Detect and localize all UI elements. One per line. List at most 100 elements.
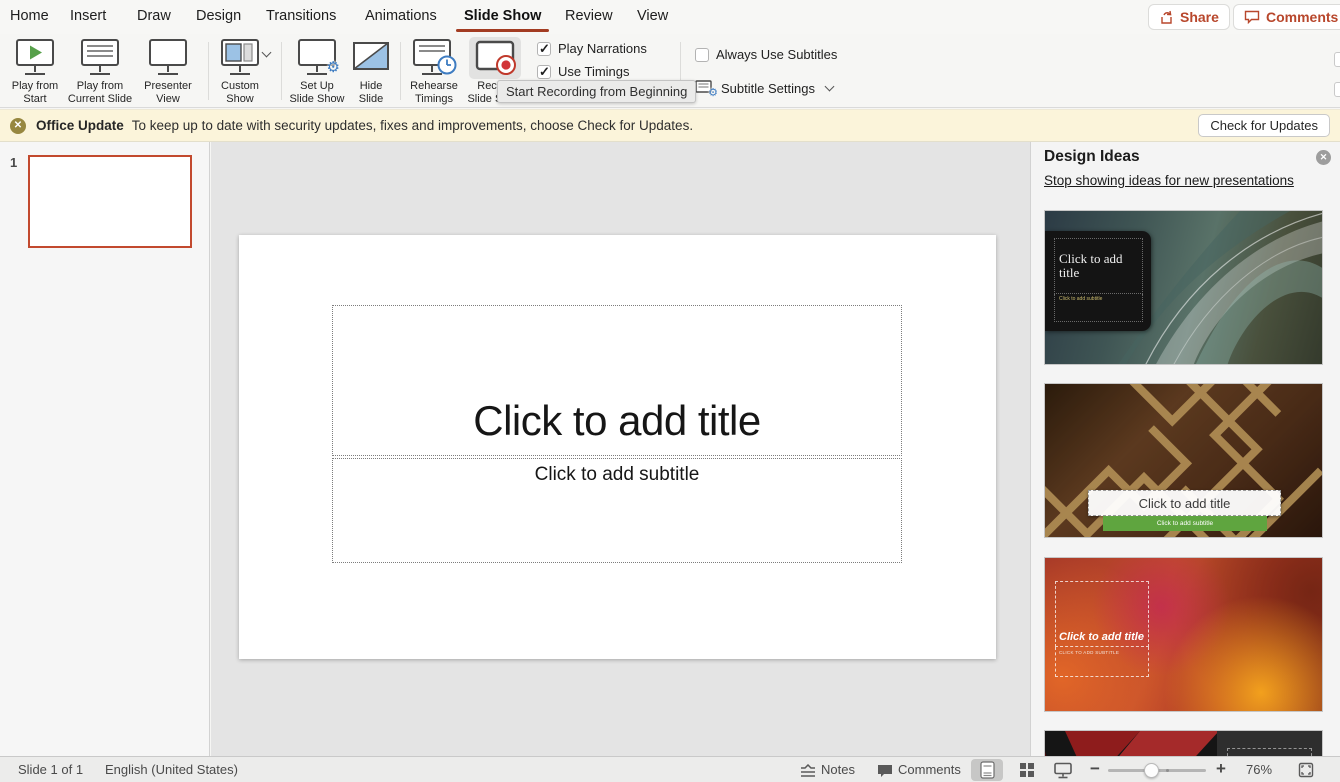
design-ideas-title: Design Ideas	[1044, 148, 1140, 166]
thumbnail-subtitle-bar: Click to add subtitle	[1103, 516, 1267, 531]
subtitle-settings-label: Subtitle Settings	[721, 81, 815, 96]
play-from-start-button[interactable]: Play from Start	[6, 37, 64, 105]
subtitle-settings-button[interactable]: ⚙ Subtitle Settings	[695, 80, 833, 96]
subtitle-placeholder[interactable]: Click to add subtitle	[332, 458, 902, 563]
set-up-slide-show-button[interactable]: ⚙ Set Up Slide Show	[283, 37, 351, 105]
play-from-current-icon	[78, 38, 122, 78]
tab-insert[interactable]: Insert	[70, 8, 106, 24]
rehearse-timings-button[interactable]: Rehearse Timings	[403, 37, 465, 105]
tab-transitions[interactable]: Transitions	[266, 8, 336, 24]
comments-toggle[interactable]: Comments	[898, 762, 961, 777]
slide-1-thumbnail[interactable]	[28, 155, 192, 248]
hide-slide-button[interactable]: Hide Slide	[351, 37, 391, 105]
comments-button[interactable]: Comments	[1233, 4, 1340, 30]
update-title: Office Update	[36, 118, 124, 133]
slide-count-indicator: Slide 1 of 1	[18, 762, 83, 777]
zoom-in-button[interactable]: +	[1216, 759, 1226, 779]
slide-number: 1	[10, 155, 17, 170]
slide-1[interactable]: Click to add title Click to add subtitle	[239, 235, 996, 659]
check-for-updates-button[interactable]: Check for Updates	[1198, 114, 1330, 137]
zoom-slider[interactable]	[1108, 769, 1206, 772]
title-placeholder[interactable]: Click to add title	[332, 305, 902, 456]
polygon-graphic	[1045, 731, 1219, 756]
play-from-current-slide-button[interactable]: Play from Current Slide	[62, 37, 138, 105]
design-thumbnail-polygon[interactable]	[1044, 730, 1323, 756]
share-icon	[1159, 10, 1174, 25]
use-timings-checkbox[interactable]: Use Timings	[537, 64, 630, 79]
tab-draw[interactable]: Draw	[137, 8, 171, 24]
slide-thumbnail-panel: 1	[0, 142, 210, 756]
slideshow-icon	[1053, 762, 1073, 779]
thumbnail-subtitle-text: CLICK TO ADD SUBTITLE	[1055, 647, 1149, 677]
presenter-view-icon	[146, 38, 190, 78]
comments-label: Comments	[1266, 9, 1338, 25]
slide-sorter-icon	[1019, 762, 1035, 778]
hide-slide-icon	[351, 38, 391, 78]
custom-show-icon	[218, 38, 262, 78]
thumbnail-title-text: Click to add title	[1088, 490, 1281, 516]
update-badge-icon: ✕	[10, 118, 26, 134]
always-use-subtitles-label: Always Use Subtitles	[716, 47, 837, 62]
comments-status-icon	[877, 764, 893, 781]
design-thumbnail-bokeh[interactable]: Click to add title CLICK TO ADD SUBTITLE	[1044, 557, 1323, 712]
presenter-view-button[interactable]: Presenter View	[136, 37, 200, 105]
chevron-down-icon	[825, 81, 835, 91]
tab-design[interactable]: Design	[196, 8, 241, 24]
play-narrations-label: Play Narrations	[558, 41, 647, 56]
powerpoint-window: Home Insert Draw Design Transitions Anim…	[0, 0, 1340, 782]
notes-toggle[interactable]: Notes	[821, 762, 855, 777]
share-label: Share	[1180, 9, 1219, 25]
clipped-ribbon-button	[1334, 52, 1340, 67]
close-icon[interactable]: ✕	[1316, 150, 1331, 165]
use-timings-label: Use Timings	[558, 64, 630, 79]
play-from-start-icon	[13, 38, 57, 78]
checkbox-checked-icon[interactable]	[537, 42, 551, 56]
checkbox-unchecked-icon[interactable]	[695, 48, 709, 62]
record-slide-show-icon	[473, 38, 517, 78]
ribbon-divider	[400, 42, 401, 100]
update-message: To keep up to date with security updates…	[132, 118, 693, 133]
thumbnail-title-text: Click to add title	[1055, 581, 1149, 647]
design-thumbnail-maze[interactable]: Click to add title Click to add subtitle	[1044, 383, 1323, 538]
tab-home[interactable]: Home	[10, 8, 49, 24]
gear-icon: ⚙	[708, 88, 718, 99]
chevron-down-icon	[262, 48, 272, 58]
zoom-level[interactable]: 76%	[1246, 762, 1272, 777]
notes-icon	[800, 764, 816, 780]
tab-animations[interactable]: Animations	[365, 8, 437, 24]
custom-show-button[interactable]: Custom Show	[211, 37, 269, 105]
zoom-out-button[interactable]: −	[1090, 759, 1100, 779]
always-use-subtitles-checkbox[interactable]: Always Use Subtitles	[695, 47, 837, 62]
tab-view[interactable]: View	[637, 8, 668, 24]
thumbnail-title-panel: Click to add title Click to add subtitle	[1045, 231, 1151, 331]
tab-slide-show[interactable]: Slide Show	[464, 8, 541, 24]
share-button[interactable]: Share	[1148, 4, 1230, 30]
comment-icon	[1244, 10, 1260, 24]
zoom-slider-thumb[interactable]	[1144, 763, 1159, 778]
ribbon-divider	[281, 42, 282, 100]
ribbon-tab-bar: Home Insert Draw Design Transitions Anim…	[0, 0, 1340, 34]
slideshow-view-button[interactable]	[1048, 759, 1078, 781]
ribbon-divider	[208, 42, 209, 100]
office-update-banner: ✕ Office Update To keep up to date with …	[0, 109, 1340, 142]
language-indicator[interactable]: English (United States)	[105, 762, 238, 777]
slide-sorter-view-button[interactable]	[1012, 759, 1042, 781]
tab-review[interactable]: Review	[565, 8, 613, 24]
thumbnail-placeholder-outline	[1227, 748, 1312, 756]
zoom-100-marker	[1166, 769, 1169, 772]
design-thumbnail-teal[interactable]: Click to add title Click to add subtitle	[1044, 210, 1323, 365]
clipped-ribbon-button	[1334, 82, 1340, 97]
design-ideas-panel: Design Ideas ✕ Stop showing ideas for ne…	[1030, 142, 1340, 756]
subtitle-settings-icon: ⚙	[695, 80, 714, 96]
fit-slide-to-window-button[interactable]	[1292, 759, 1320, 781]
thumbnail-subtitle-text: Click to add subtitle	[1054, 294, 1143, 322]
play-narrations-checkbox[interactable]: Play Narrations	[537, 41, 647, 56]
status-bar: Slide 1 of 1 English (United States) Not…	[0, 756, 1340, 782]
normal-view-icon	[980, 761, 995, 779]
thumbnail-title-text: Click to add title	[1054, 238, 1143, 294]
checkbox-checked-icon[interactable]	[537, 65, 551, 79]
thumbnail-right-pane	[1217, 731, 1322, 756]
stop-showing-ideas-link[interactable]: Stop showing ideas for new presentations	[1044, 173, 1294, 188]
normal-view-button[interactable]	[971, 759, 1003, 781]
gear-icon: ⚙	[327, 60, 340, 75]
